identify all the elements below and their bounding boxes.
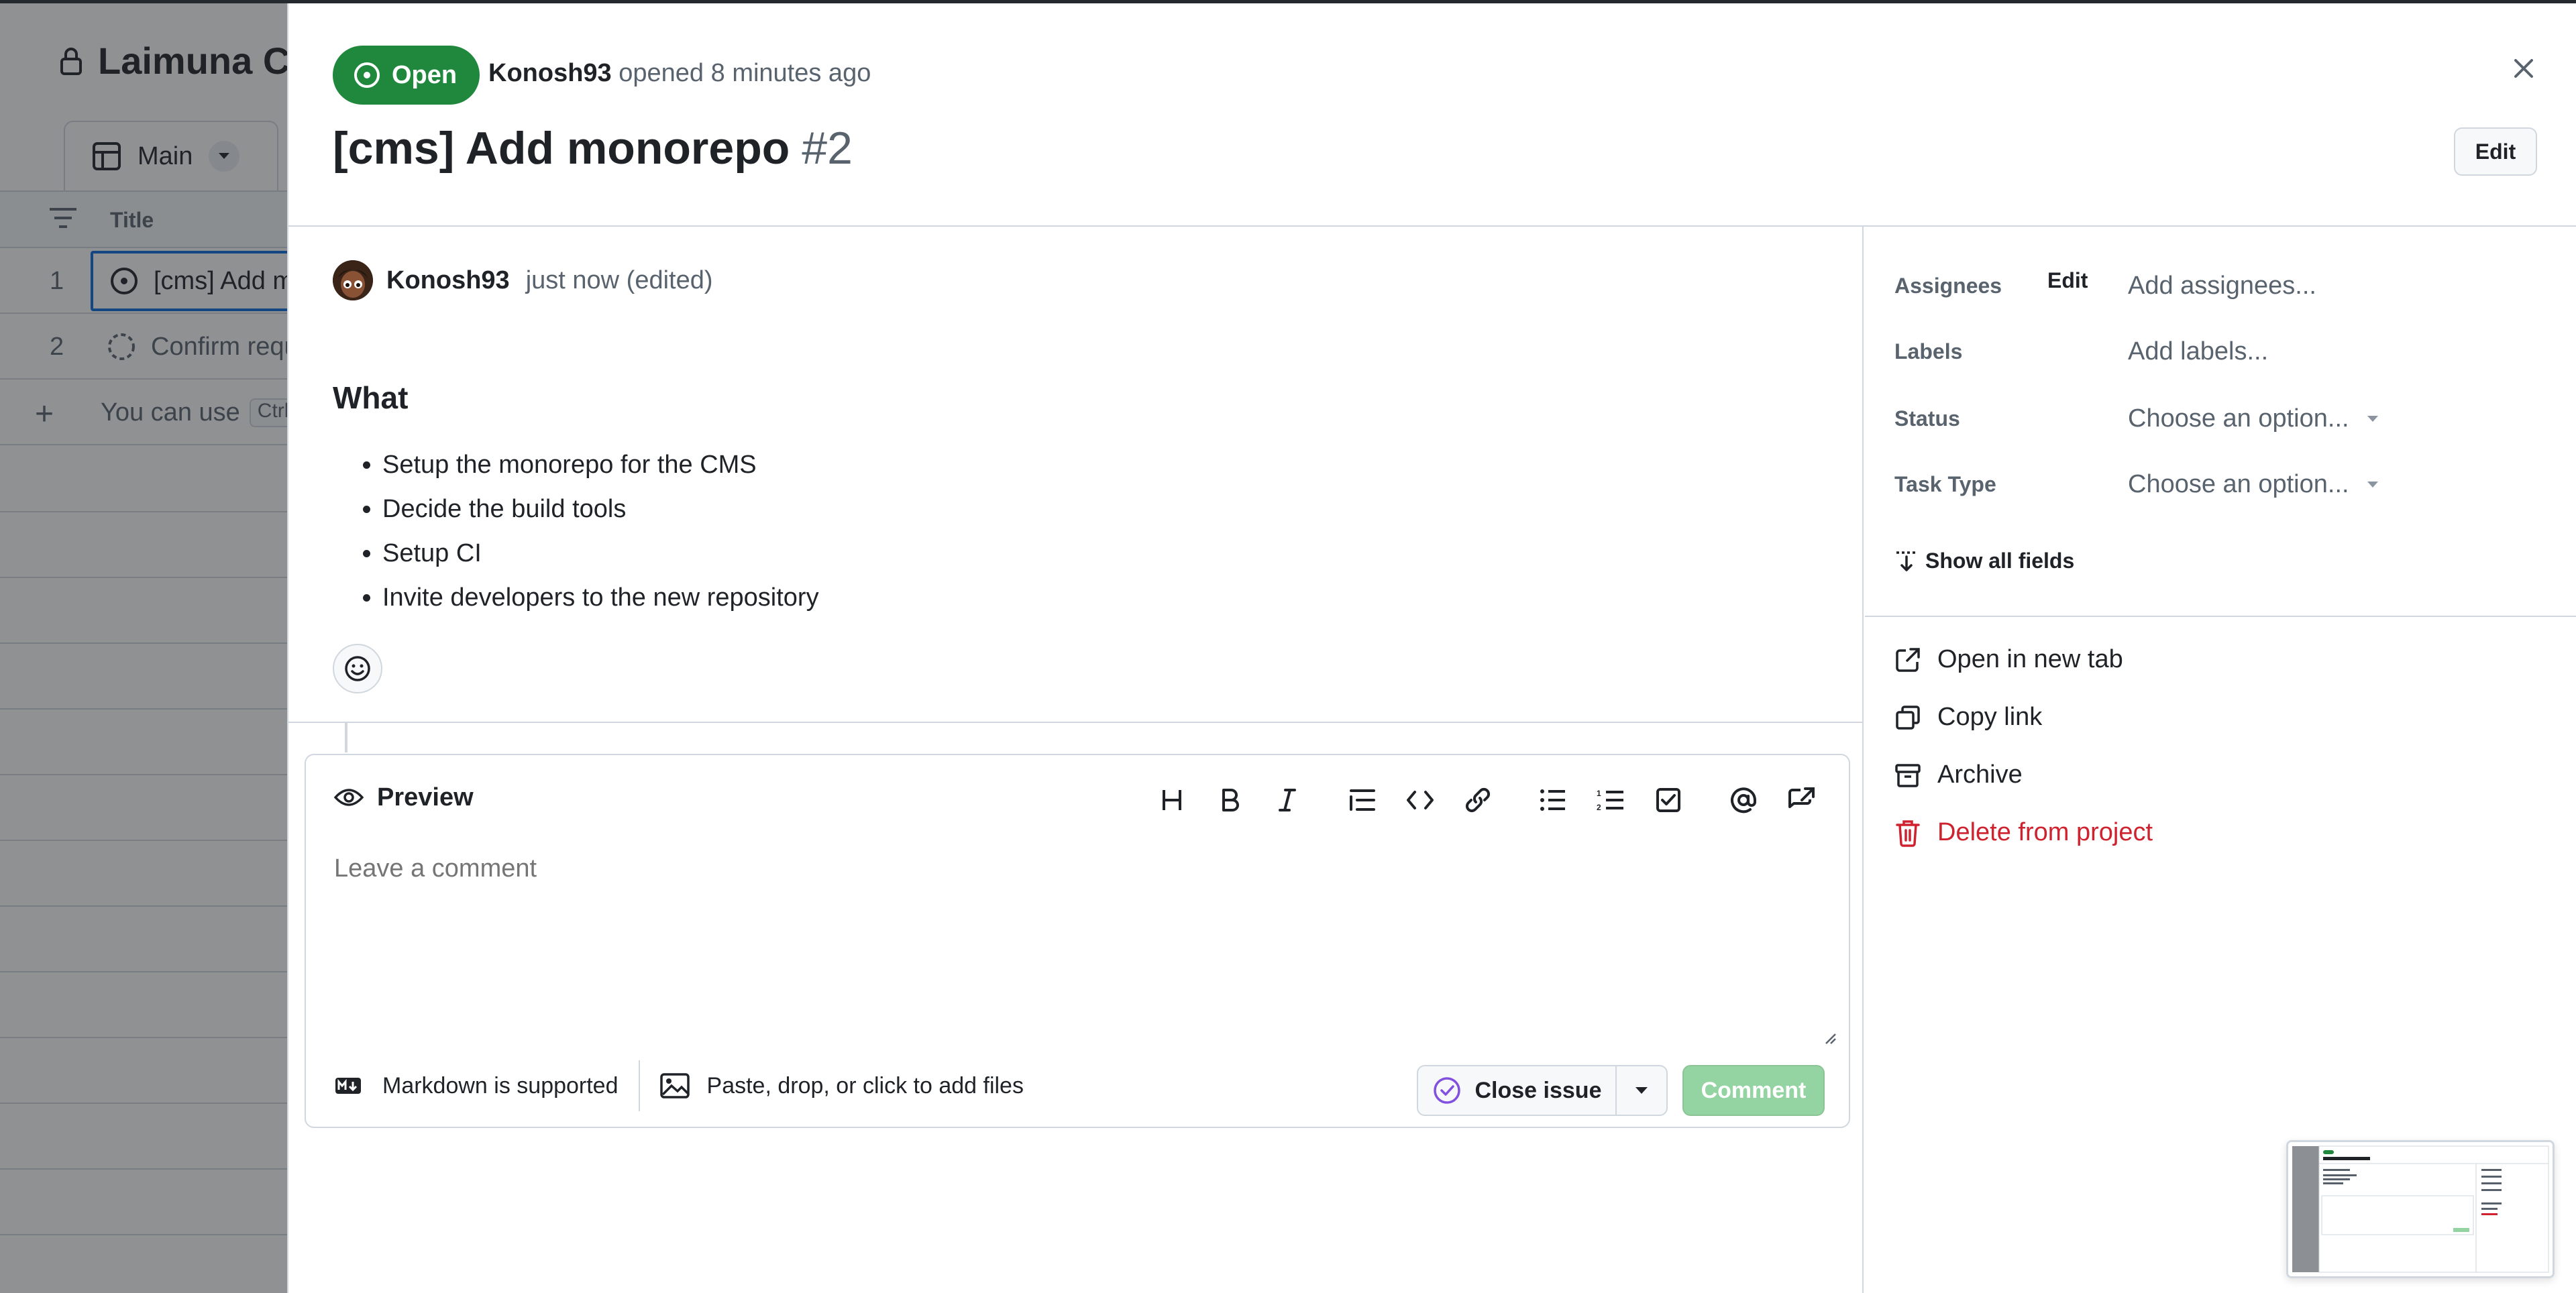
close-issue-button-group: Close issue [1417,1065,1668,1116]
issue-side-panel: Open Konosh93 opened 8 minutes ago [cms]… [287,0,2576,1293]
field-labels[interactable]: Labels Add labels... [1894,331,2565,372]
open-in-new-tab-button[interactable]: Open in new tab [1894,645,2123,674]
divider [288,722,1864,723]
archive-icon [1894,762,1921,789]
code-icon[interactable] [1401,781,1440,820]
issue-header: Open Konosh93 opened 8 minutes ago [cms]… [288,0,2576,227]
chevron-down-icon [2367,481,2379,488]
smiley-icon [343,655,372,683]
divider [1865,616,2576,617]
trash-icon [1894,819,1921,847]
chevron-down-icon [1635,1086,1648,1094]
comment-timestamp[interactable]: just now (edited) [526,266,713,295]
tasklist-icon[interactable] [1649,781,1688,820]
list-item: Decide the build tools [382,487,819,531]
quote-icon[interactable] [1343,781,1382,820]
field-assignees[interactable]: Assignees Add assignees... [1894,266,2565,306]
reference-icon[interactable] [1782,781,1821,820]
heading-icon[interactable] [1152,781,1191,820]
page-thumbnail-preview [2286,1140,2555,1278]
svg-text:1: 1 [1597,789,1601,798]
archive-button[interactable]: Archive [1894,761,2023,789]
divider [638,1060,640,1111]
issue-sidebar: Assignees Add assignees... Labels Add la… [1865,227,2576,1293]
link-icon[interactable] [1458,781,1497,820]
show-all-fields-button[interactable]: Show all fields [1894,549,2074,573]
markdown-toolbar: 12 [1152,781,1821,820]
delete-from-project-button[interactable]: Delete from project [1894,818,2153,847]
comment-composer: Preview 1 2 Leave a comment Markdown is … [305,754,1850,1128]
issue-closed-icon [1432,1076,1462,1105]
attach-files-button[interactable]: Paste, drop, or click to add files [659,1073,1024,1099]
svg-text:2: 2 [1597,803,1601,812]
field-status[interactable]: Status Choose an option... [1894,398,2565,439]
list-item: Invite developers to the new repository [382,575,819,620]
comment-input[interactable] [334,854,1810,1022]
issue-author[interactable]: Konosh93 [488,59,612,87]
italic-icon[interactable] [1268,781,1307,820]
add-reaction-button[interactable] [333,644,382,693]
markdown-icon [334,1076,362,1095]
comment-heading: What [333,380,409,415]
resize-handle[interactable] [1823,1031,1837,1045]
bulleted-list-icon[interactable] [1534,781,1572,820]
comment-header: Konosh93 just now (edited) [333,260,713,300]
issue-open-icon [353,61,381,89]
close-issue-options-button[interactable] [1617,1066,1666,1115]
issue-opened-text: opened 8 minutes ago [619,59,871,87]
image-icon [659,1073,690,1099]
mention-icon[interactable] [1724,781,1763,820]
comment-button[interactable]: Comment [1682,1065,1825,1116]
issue-main-column: Konosh93 just now (edited) Edit What Set… [288,227,2088,1293]
preview-tab[interactable]: Preview [334,783,474,812]
issue-title[interactable]: [cms] Add monorepo #2 [333,122,853,174]
close-issue-button[interactable]: Close issue [1418,1066,1617,1115]
status-badge: Open [333,46,480,105]
markdown-help-link[interactable]: Markdown is supported [334,1073,619,1099]
comment-author[interactable]: Konosh93 [386,266,510,295]
edit-title-button[interactable]: Edit [2454,127,2537,176]
expand-fields-icon [1894,550,1919,573]
status-select[interactable]: Choose an option... [2128,404,2349,433]
numbered-list-icon[interactable]: 12 [1591,781,1630,820]
issue-number: #2 [802,123,853,174]
copy-link-button[interactable]: Copy link [1894,703,2042,732]
bold-icon[interactable] [1210,781,1249,820]
comment-list: Setup the monorepo for the CMS Decide th… [382,443,819,620]
issue-meta: Konosh93 opened 8 minutes ago [488,59,871,88]
chevron-down-icon [2367,415,2379,423]
close-icon[interactable] [2509,54,2538,83]
eye-icon [334,787,364,808]
window-top-border [0,0,2576,3]
list-item: Setup CI [382,531,819,575]
list-item: Setup the monorepo for the CMS [382,443,819,487]
external-link-icon [1894,646,1921,673]
copy-icon [1894,704,1921,731]
timeline-line [345,723,347,752]
field-task-type[interactable]: Task Type Choose an option... [1894,464,2565,504]
avatar[interactable] [333,260,373,300]
task-type-select[interactable]: Choose an option... [2128,470,2349,499]
